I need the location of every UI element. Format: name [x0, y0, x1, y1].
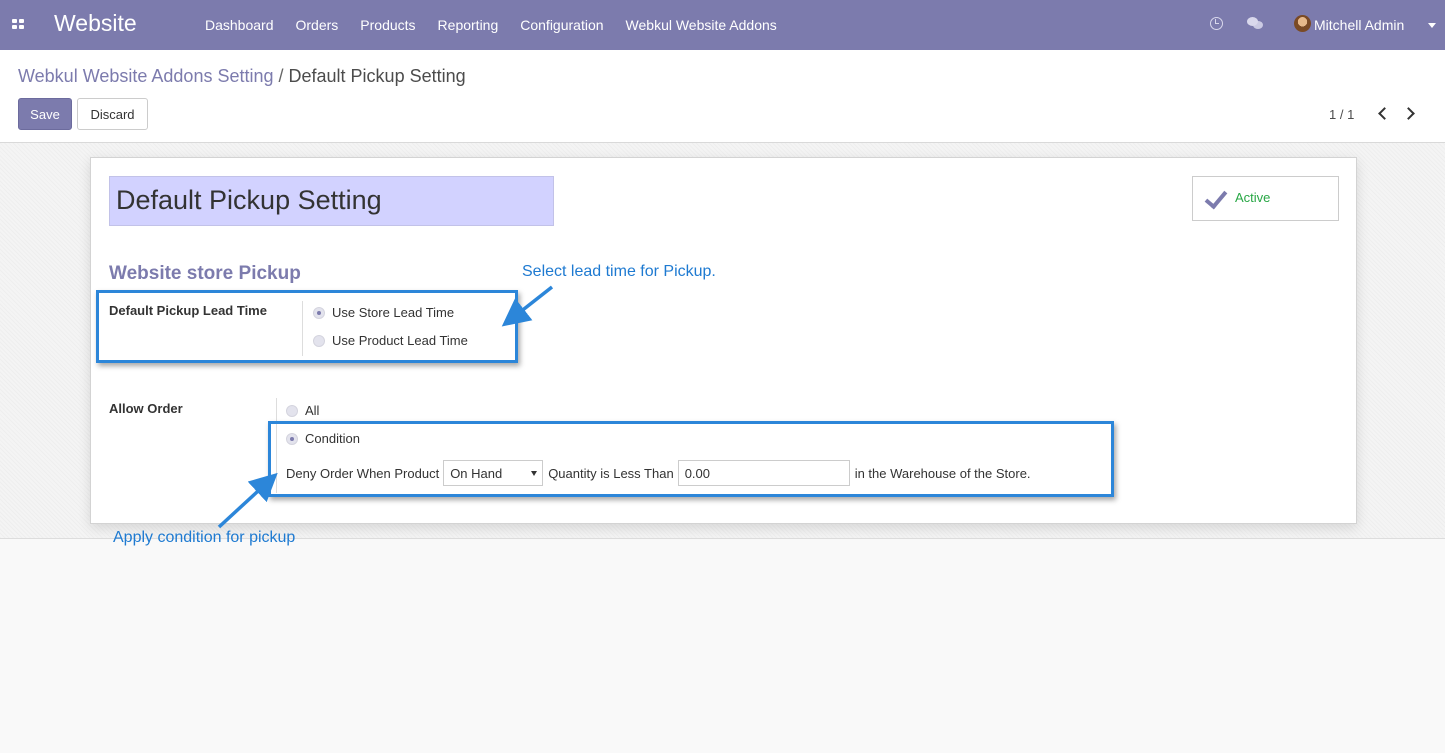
check-icon: [1207, 190, 1229, 202]
chevron-right-icon[interactable]: [1402, 107, 1415, 120]
radio-button[interactable]: [286, 404, 298, 417]
active-toggle-button[interactable]: Active: [1192, 176, 1339, 221]
annotation-condition-box: [268, 421, 1114, 497]
discard-button[interactable]: Discard: [77, 98, 148, 130]
menu-item-dashboard[interactable]: Dashboard: [194, 0, 285, 50]
clock-icon[interactable]: [1210, 17, 1223, 30]
chevron-down-icon[interactable]: [1428, 23, 1436, 28]
section-title: Website store Pickup: [109, 263, 301, 284]
menu-item-reporting[interactable]: Reporting: [427, 0, 510, 50]
user-menu-name[interactable]: Mitchell Admin: [1314, 17, 1404, 33]
breadcrumb-current: Default Pickup Setting: [288, 66, 466, 86]
control-panel: Webkul Website Addons Setting / Default …: [0, 50, 1445, 143]
radio-label: All: [305, 403, 320, 418]
main-menu: Dashboard Orders Products Reporting Conf…: [194, 0, 788, 50]
save-button[interactable]: Save: [18, 98, 72, 130]
pager-value[interactable]: 1 / 1: [1329, 107, 1354, 122]
menu-item-webkul-addons[interactable]: Webkul Website Addons: [615, 0, 788, 50]
menu-item-products[interactable]: Products: [349, 0, 426, 50]
annotation-lead-time-box: [96, 290, 518, 363]
avatar[interactable]: [1294, 15, 1311, 32]
annotation-lead-time-note: Select lead time for Pickup.: [522, 263, 716, 280]
breadcrumb: Webkul Website Addons Setting / Default …: [18, 66, 466, 87]
name-field[interactable]: Default Pickup Setting: [109, 176, 554, 226]
chat-icon[interactable]: [1247, 17, 1263, 30]
apps-icon[interactable]: [12, 19, 24, 31]
annotation-condition-note: Apply condition for pickup: [113, 529, 296, 546]
top-navbar: Website Dashboard Orders Products Report…: [0, 0, 1445, 50]
active-label: Active: [1235, 190, 1271, 205]
breadcrumb-separator: /: [273, 66, 289, 86]
radio-allow-all[interactable]: All: [286, 403, 319, 418]
allow-order-label: Allow Order: [109, 401, 183, 416]
menu-item-orders[interactable]: Orders: [285, 0, 350, 50]
menu-item-configuration[interactable]: Configuration: [509, 0, 614, 50]
breadcrumb-parent-link[interactable]: Webkul Website Addons Setting: [18, 66, 274, 86]
chevron-left-icon[interactable]: [1378, 107, 1391, 120]
app-brand[interactable]: Website: [54, 10, 137, 37]
